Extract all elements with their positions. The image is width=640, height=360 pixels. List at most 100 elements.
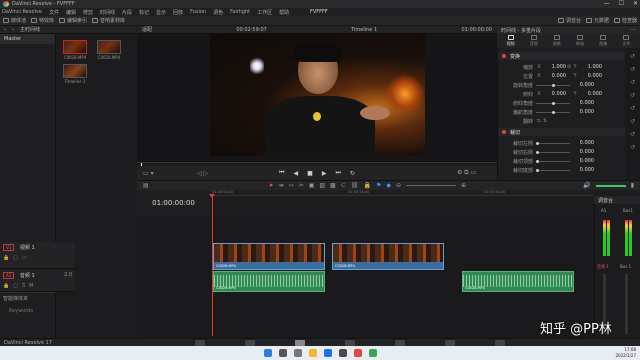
inspector-options-icon[interactable]: ⋯ — [631, 27, 636, 33]
crop-enable-icon[interactable] — [502, 130, 506, 134]
clip-thumbnail[interactable]: C0028.MP4 — [63, 40, 87, 64]
menu-fairlight[interactable]: Fairlight — [230, 9, 250, 15]
mixer-button[interactable]: 调音台 — [557, 17, 581, 24]
tab-transition[interactable]: 转场 — [576, 35, 584, 47]
tab-image[interactable]: 图像 — [599, 35, 607, 47]
blade-tool-icon[interactable]: ✂ — [299, 182, 304, 189]
insert-clip-icon[interactable]: ▣ — [309, 182, 315, 189]
menu-mark[interactable]: 标记 — [139, 9, 149, 16]
minimize-button[interactable]: — — [604, 0, 610, 8]
keywords-bin[interactable]: Keywords — [3, 308, 53, 314]
go-to-start-button[interactable]: ⏮ — [279, 169, 284, 177]
slider-knob[interactable] — [552, 110, 555, 114]
timeline-ruler[interactable]: 01:00:00:00 01:00:15:00 01:00:30:00 — [210, 190, 594, 196]
slider-knob[interactable] — [552, 101, 555, 105]
resolve-taskbar-icon[interactable] — [338, 349, 347, 357]
match-frame-icon[interactable]: ◁ ▷ — [197, 170, 208, 177]
replace-clip-icon[interactable]: ▩ — [330, 182, 336, 189]
menu-trim[interactable]: 修剪 — [83, 9, 93, 16]
track-enable-icon[interactable]: ▭ — [22, 255, 27, 261]
dynamic-trim-icon[interactable]: ⇿ — [289, 182, 294, 189]
slider-knob[interactable] — [536, 168, 539, 172]
slider-knob[interactable] — [536, 141, 539, 145]
menu-help[interactable]: 帮助 — [279, 9, 289, 16]
lock-icon[interactable]: 🔒 — [3, 255, 9, 261]
crop-section[interactable]: 裁切 — [498, 128, 628, 136]
viewer[interactable] — [137, 34, 497, 162]
crop-bottom-slider[interactable] — [536, 168, 570, 172]
menu-clip[interactable]: 片段 — [122, 9, 132, 16]
selection-tool-icon[interactable]: ➤ — [269, 182, 274, 189]
menu-workspace[interactable]: 工作区 — [257, 9, 272, 16]
trim-tool-icon[interactable]: ⇹ — [279, 182, 284, 189]
volume-icon[interactable]: 🔊 — [583, 182, 590, 189]
transform-section[interactable]: 变换 — [498, 52, 628, 60]
bin-master[interactable]: Master — [0, 34, 55, 44]
video-clip[interactable]: C0028.MP4 — [213, 243, 325, 270]
reset-rotation-icon[interactable]: ↺ — [625, 92, 640, 100]
close-button[interactable]: ✕ — [633, 0, 638, 8]
flip-vertical-icon[interactable]: ⇅ — [542, 118, 548, 124]
inspector-button[interactable]: 检查器 — [613, 17, 637, 24]
menu-edit[interactable]: 编辑 — [66, 9, 76, 16]
link-clips-icon[interactable]: ⛓ — [351, 182, 359, 189]
snapping-icon[interactable]: ⊂ — [341, 182, 346, 189]
system-tray[interactable]: 17:08 2022/1/27 — [615, 347, 636, 359]
search-icon[interactable] — [278, 349, 287, 357]
crop-left-slider[interactable] — [536, 141, 570, 145]
timeline-view-options-icon[interactable]: ▤ — [143, 182, 149, 189]
flag-icon[interactable]: ⚑ — [376, 182, 381, 189]
viewer-mode-icon[interactable]: ▭ ▾ — [143, 170, 154, 177]
auto-select-icon[interactable]: ▢ — [13, 255, 18, 261]
playhead[interactable] — [212, 196, 213, 336]
viewer-zoom[interactable]: 适配 — [142, 26, 152, 33]
audio-clip[interactable]: C0028.MP4 — [462, 271, 574, 292]
yaw-field[interactable]: 0.000 — [574, 109, 594, 115]
fader-bus1[interactable] — [625, 274, 628, 334]
rotation-field[interactable]: 0.000 — [574, 82, 594, 88]
overwrite-clip-icon[interactable]: ▨ — [319, 182, 325, 189]
viewer-options-icon[interactable]: ⚙ ⧉ ▭ — [457, 169, 476, 177]
maximize-button[interactable]: ☐ — [619, 0, 624, 8]
loop-button[interactable]: ↻ — [350, 170, 355, 177]
stop-button[interactable]: ■ — [307, 170, 313, 177]
menu-view[interactable]: 显示 — [156, 9, 166, 16]
file-explorer-icon[interactable] — [308, 349, 317, 357]
mute-button[interactable]: M — [29, 283, 33, 289]
timeline-thumbnail[interactable]: Timeline 1 — [63, 64, 87, 88]
pitch-slider[interactable] — [536, 101, 570, 105]
menu-fusion[interactable]: Fusion — [190, 9, 206, 15]
crop-right-field[interactable]: 0.000 — [574, 149, 594, 155]
reset-anchor-icon[interactable]: ↺ — [625, 105, 640, 113]
slider-knob[interactable] — [536, 150, 539, 154]
zoom-out-icon[interactable]: ⊖ — [396, 182, 401, 189]
audio-clip[interactable]: C0028.MP4 — [213, 271, 325, 292]
marker-icon[interactable]: ◆ — [386, 182, 391, 189]
pool-back-icon[interactable]: ‹ — [4, 27, 6, 33]
volume-slider[interactable] — [595, 184, 626, 187]
go-to-end-button[interactable]: ⏭ — [335, 169, 340, 177]
play-reverse-button[interactable]: ◀ — [294, 170, 299, 177]
reset-transform-icon[interactable]: ↺ — [625, 53, 640, 61]
reset-crop-left-icon[interactable]: ↺ — [625, 131, 640, 139]
anchor-y-field[interactable]: 0.000 — [582, 91, 602, 97]
reset-position-icon[interactable]: ↺ — [625, 79, 640, 87]
pitch-field[interactable]: 0.000 — [574, 100, 594, 106]
start-icon[interactable] — [263, 349, 272, 357]
solo-button[interactable]: S — [22, 283, 25, 289]
play-button[interactable]: ▶ — [322, 170, 327, 177]
crop-left-field[interactable]: 0.000 — [574, 140, 594, 146]
reset-crop-icon[interactable]: ↺ — [625, 118, 640, 126]
pool-forward-icon[interactable]: › — [12, 27, 14, 33]
crop-right-slider[interactable] — [536, 150, 570, 154]
tab-video[interactable]: 视频 — [507, 35, 515, 47]
reset-crop-right-icon[interactable]: ↺ — [625, 144, 640, 152]
position-lock-icon[interactable]: 🔒 — [363, 182, 370, 189]
metadata-button[interactable]: 元数据 — [585, 17, 609, 24]
yaw-slider[interactable] — [536, 110, 570, 114]
position-x-field[interactable]: 0.000 — [546, 73, 566, 79]
reset-zoom-icon[interactable]: ↺ — [625, 66, 640, 74]
rotation-slider[interactable] — [536, 83, 570, 87]
sound-library-button[interactable]: 音响素材库 — [92, 17, 125, 24]
slider-knob[interactable] — [552, 83, 555, 87]
